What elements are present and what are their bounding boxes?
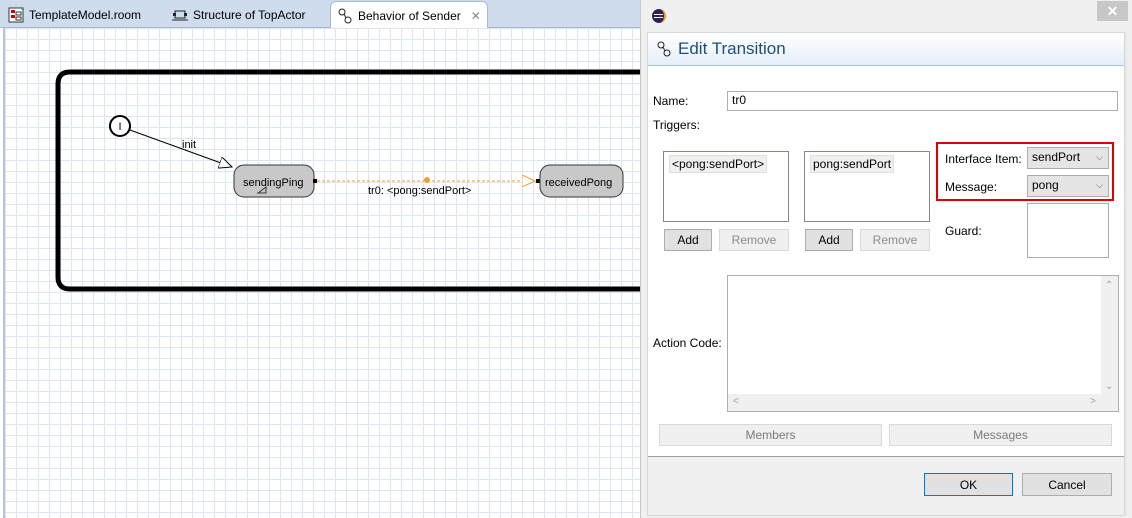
init-transition[interactable] — [129, 129, 232, 167]
message-label: Message: — [945, 180, 998, 194]
initial-point-label: I — [118, 121, 121, 133]
transition-tr0-label: tr0: <pong:sendPort> — [368, 185, 471, 197]
tab-behavior-of-sender[interactable]: Behavior of Sender ✕ — [330, 1, 488, 29]
dialog-body: Name: tr0 Triggers: <pong:sendPort> Add … — [648, 67, 1124, 456]
action-code-label: Action Code: — [653, 336, 722, 350]
triggers-label: Triggers: — [653, 118, 700, 132]
message-list-item[interactable]: pong:sendPort — [810, 155, 895, 173]
message-list[interactable]: pong:sendPort — [804, 151, 930, 222]
message-dropdown[interactable]: pong ⌵ — [1027, 175, 1109, 197]
horizontal-scrollbar[interactable]: < > — [728, 394, 1118, 411]
tab-label: Behavior of Sender — [358, 8, 461, 23]
chevron-down-icon: ⌵ — [1096, 180, 1103, 190]
guard-label: Guard: — [945, 224, 982, 238]
tab-label: TemplateModel.room — [29, 8, 142, 22]
dialog-footer: OK Cancel — [648, 456, 1124, 515]
scroll-right-icon[interactable]: > — [1090, 396, 1096, 407]
name-input[interactable]: tr0 — [727, 91, 1118, 111]
state-sendingping-label: sendingPing — [243, 177, 304, 189]
trigger-add-button[interactable]: Add — [664, 229, 712, 251]
action-code-textarea[interactable]: ⌃ ⌄ < > — [727, 275, 1119, 412]
dialog-close-button[interactable]: ✕ — [1097, 1, 1128, 21]
interface-item-value: sendPort — [1032, 150, 1081, 164]
trigger-list-item[interactable]: <pong:sendPort> — [669, 155, 768, 173]
structure-icon — [172, 7, 188, 23]
guard-input[interactable] — [1027, 203, 1109, 258]
state-diagram-canvas[interactable]: I init sendingPing tr0: <pong:sendPort> … — [3, 28, 645, 518]
dialog-header: Edit Transition — [648, 33, 1124, 66]
message-add-button[interactable]: Add — [805, 229, 853, 251]
behavior-icon — [337, 8, 353, 24]
tab-structure-of-topactor[interactable]: Structure of TopActor — [166, 2, 312, 28]
scroll-left-icon[interactable]: < — [733, 396, 739, 407]
scroll-up-icon[interactable]: ⌃ — [1105, 280, 1113, 291]
init-transition-label: init — [182, 139, 196, 151]
edit-transition-dialog: ✕ Edit Transition Name: tr0 Triggers: <p… — [640, 0, 1132, 518]
interface-item-label: Interface Item: — [945, 152, 1022, 166]
cancel-button[interactable]: Cancel — [1022, 473, 1112, 496]
interface-item-dropdown[interactable]: sendPort ⌵ — [1027, 147, 1109, 169]
messages-button[interactable]: Messages — [889, 424, 1112, 446]
message-remove-button[interactable]: Remove — [860, 229, 930, 251]
message-value: pong — [1032, 178, 1059, 192]
app-root: TemplateModel.room Structure of TopActor… — [0, 0, 1132, 518]
transition-target-handle[interactable] — [536, 179, 540, 183]
transition-source-handle[interactable] — [313, 179, 317, 183]
state-receivedpong-label: receivedPong — [545, 177, 612, 189]
chevron-down-icon: ⌵ — [1096, 152, 1103, 162]
scroll-down-icon[interactable]: ⌄ — [1105, 381, 1113, 392]
trigger-list[interactable]: <pong:sendPort> — [663, 151, 789, 222]
dialog-titlebar[interactable]: ✕ — [641, 0, 1132, 32]
behavior-icon — [656, 41, 672, 57]
close-tab-icon[interactable]: ✕ — [471, 9, 481, 23]
tab-label: Structure of TopActor — [193, 8, 306, 22]
dialog-content: Edit Transition Name: tr0 Triggers: <pon… — [647, 32, 1125, 516]
members-button[interactable]: Members — [659, 424, 882, 446]
vertical-scrollbar[interactable]: ⌃ ⌄ — [1101, 276, 1118, 394]
dialog-title: Edit Transition — [678, 39, 786, 58]
ok-button[interactable]: OK — [924, 473, 1013, 496]
transition-midpoint-handle[interactable] — [424, 177, 430, 183]
name-label: Name: — [653, 94, 689, 108]
eclipse-icon — [652, 9, 666, 23]
trigger-remove-button[interactable]: Remove — [719, 229, 789, 251]
room-model-icon — [8, 7, 24, 23]
tab-template-model[interactable]: TemplateModel.room — [2, 2, 147, 28]
